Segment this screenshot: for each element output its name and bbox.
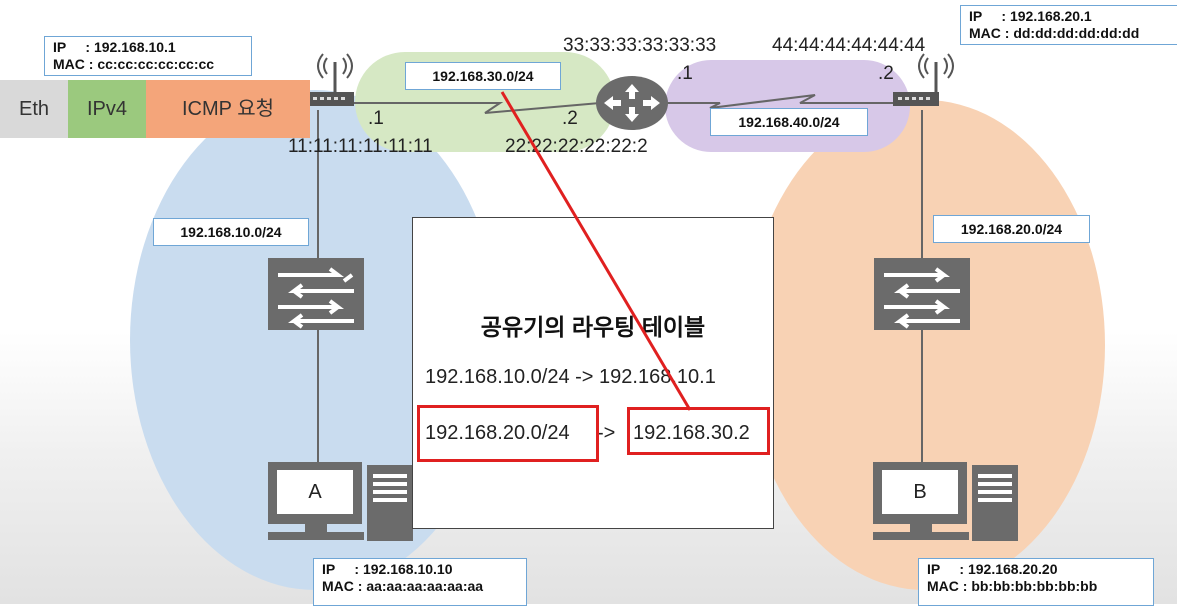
host-a-label: A bbox=[308, 481, 322, 503]
host-a-ip: IP : 192.168.10.10 bbox=[322, 561, 453, 577]
host-b-ip: IP : 192.168.20.20 bbox=[927, 561, 1058, 577]
host-a-mac: MAC : aa:aa:aa:aa:aa:aa bbox=[322, 578, 484, 594]
host-b-label: B bbox=[913, 481, 927, 503]
highlight-connector-line bbox=[500, 91, 692, 411]
host-b-mac: MAC : bb:bb:bb:bb:bb:bb bbox=[927, 578, 1098, 594]
host-a-info: IP : 192.168.10.10 MAC : aa:aa:aa:aa:aa:… bbox=[313, 558, 527, 606]
host-b-info: IP : 192.168.20.20 MAC : bb:bb:bb:bb:bb:… bbox=[918, 558, 1154, 606]
